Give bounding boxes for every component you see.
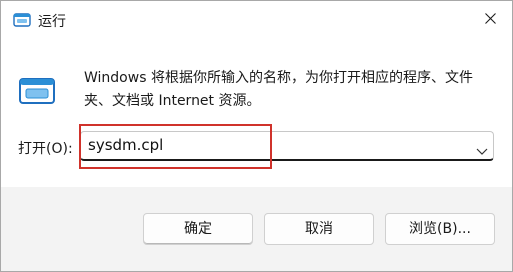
dialog-content: Windows 将根据你所输入的名称，为你打开相应的程序、文件夹、文档或 Int… bbox=[1, 41, 512, 187]
close-button[interactable] bbox=[468, 1, 512, 37]
window-title: 运行 bbox=[38, 14, 66, 30]
run-dialog: 运行 Windows 将根据你所输入的名称，为你打开相应的程序、文件夹、文档或 … bbox=[0, 0, 513, 272]
browse-button[interactable]: 浏览(B)... bbox=[385, 213, 495, 245]
run-dialog-icon bbox=[13, 11, 31, 29]
button-bar: 确定 取消 浏览(B)... bbox=[1, 187, 512, 271]
open-label: 打开(O): bbox=[18, 141, 73, 157]
title-bar: 运行 bbox=[1, 1, 512, 41]
chevron-down-icon[interactable] bbox=[476, 141, 488, 155]
cancel-button[interactable]: 取消 bbox=[264, 213, 374, 245]
open-input[interactable] bbox=[88, 136, 458, 154]
ok-button[interactable]: 确定 bbox=[143, 213, 253, 245]
run-program-icon bbox=[18, 77, 58, 107]
dialog-description: Windows 将根据你所输入的名称，为你打开相应的程序、文件夹、文档或 Int… bbox=[84, 70, 473, 109]
open-combobox[interactable] bbox=[80, 131, 494, 161]
close-icon bbox=[485, 13, 496, 24]
